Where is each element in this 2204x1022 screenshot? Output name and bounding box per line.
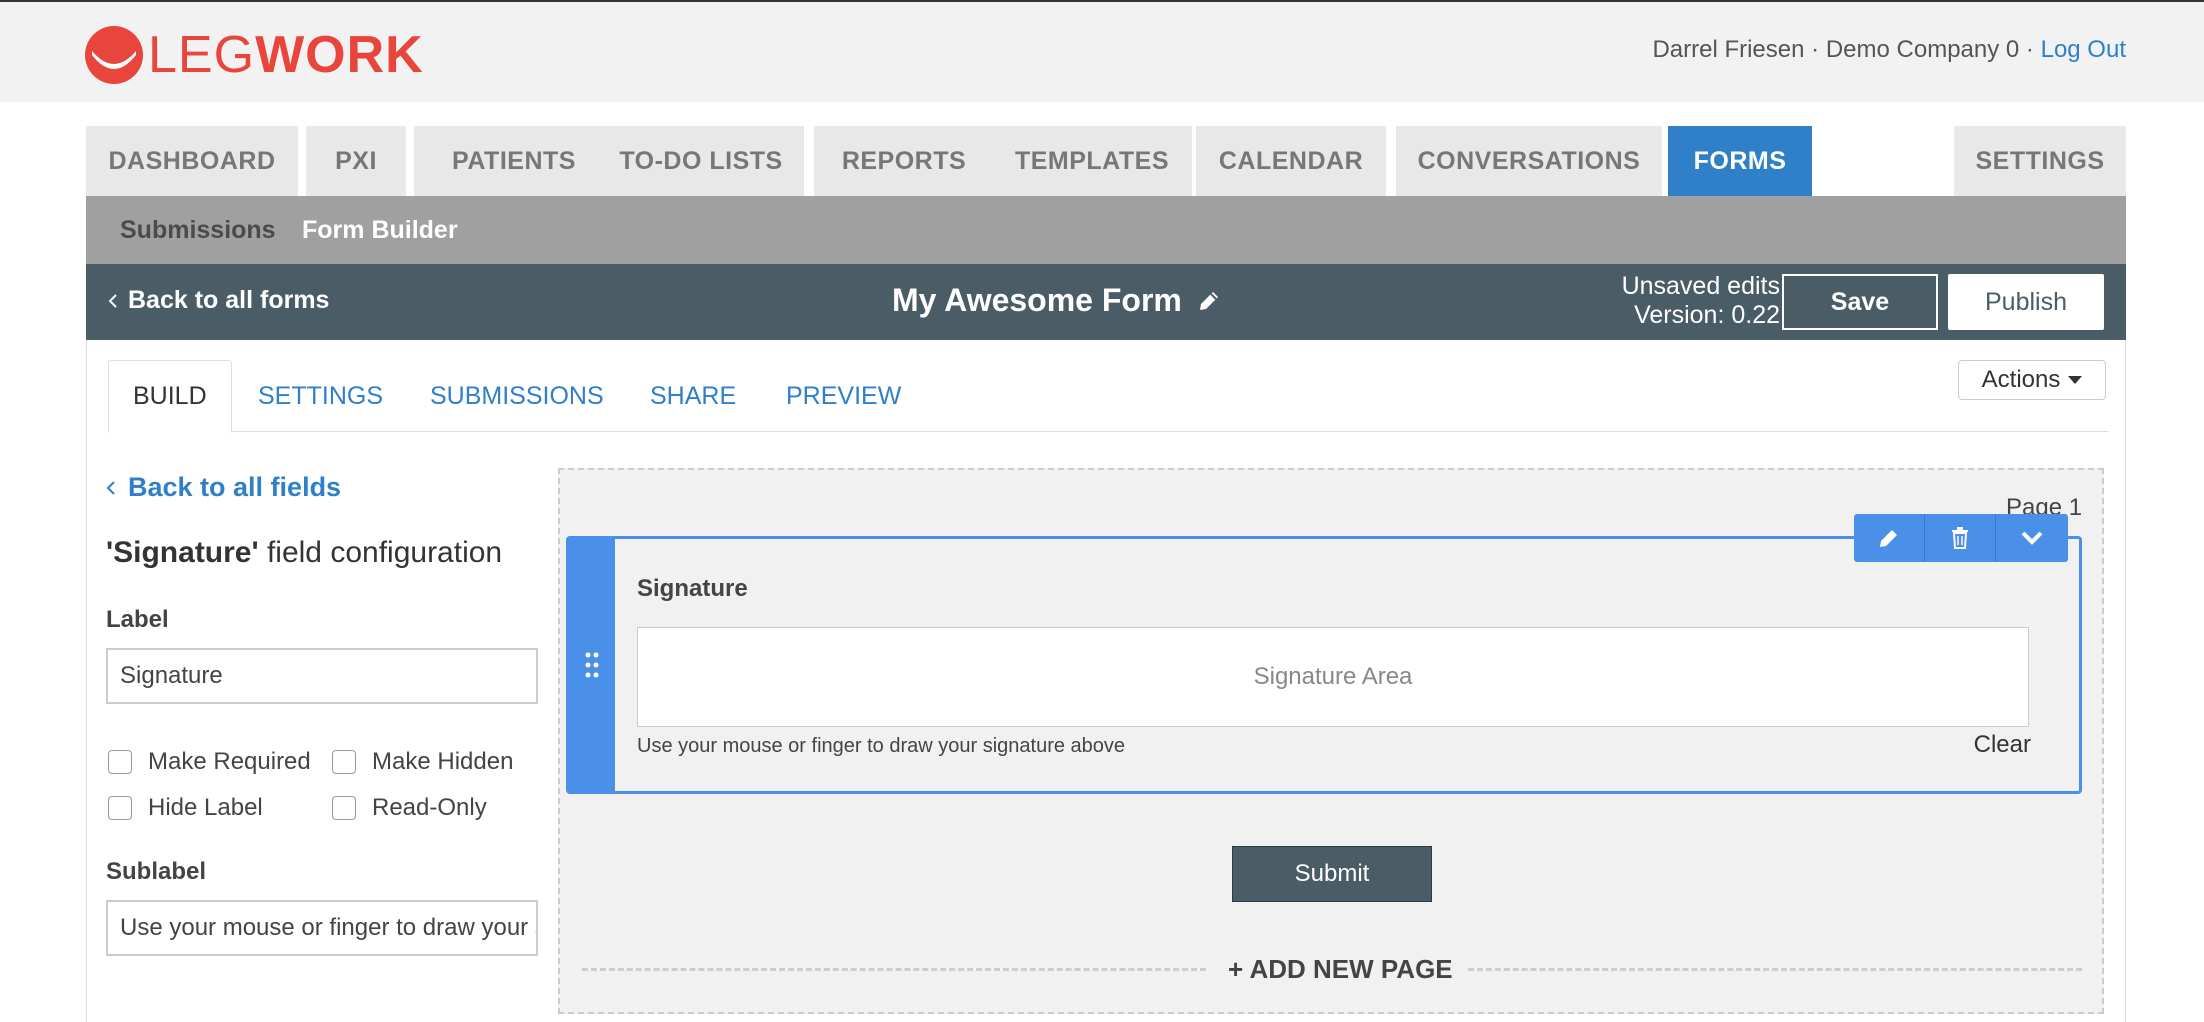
tab-build[interactable]: BUILD [108,360,232,433]
tab-share[interactable]: SHARE [650,360,736,432]
back-to-forms-link[interactable]: Back to all forms [108,286,329,315]
label-heading: Label [106,606,169,633]
tab-submissions[interactable]: SUBMISSIONS [430,360,604,432]
chevron-left-icon [108,293,117,308]
drag-handle-icon[interactable] [569,539,615,791]
top-header: LEGWORK Darrel Friesen · Demo Company 0 … [0,0,2204,102]
chevron-left-icon [106,480,115,495]
form-title[interactable]: My Awesome Form [892,282,1222,319]
save-status: Unsaved edits Version: 0.22 [1621,272,1780,329]
sub-nav: Submissions Form Builder [86,196,2126,264]
tab-calendar[interactable]: CALENDAR [1196,126,1386,196]
subnav-form-builder[interactable]: Form Builder [302,216,458,245]
sublabel-heading: Sublabel [106,858,207,885]
tab-dashboard[interactable]: DASHBOARD [86,126,298,196]
pencil-icon [1880,530,1897,547]
tab-reports[interactable]: REPORTS [814,126,994,196]
clear-signature-button[interactable]: Clear [1974,731,2031,759]
logo-text: LEGWORK [148,26,424,84]
field-toolbar [1854,514,2068,562]
read-only-checkbox[interactable]: Read-Only [332,794,487,822]
tab-preview[interactable]: PREVIEW [786,360,901,432]
content-border-right [2125,340,2126,1022]
delete-field-button[interactable] [1925,514,1996,562]
pencil-icon[interactable] [1196,288,1222,314]
publish-button[interactable]: Publish [1948,274,2104,330]
add-new-page-label: + ADD NEW PAGE [1218,954,1463,985]
add-new-page[interactable]: + ADD NEW PAGE [582,954,2082,985]
content-border-left [86,340,87,1022]
expand-field-button[interactable] [1996,514,2067,562]
sublabel-input[interactable]: Use your mouse or finger to draw your si… [106,900,538,956]
signature-hint: Use your mouse or finger to draw your si… [637,735,1126,757]
actions-dropdown[interactable]: Actions [1958,360,2106,400]
save-button[interactable]: Save [1782,274,1938,330]
logout-link[interactable]: Log Out [2041,36,2126,63]
tab-builder-settings[interactable]: SETTINGS [258,360,383,432]
user-name: Darrel Friesen [1652,36,1805,63]
main-nav: DASHBOARD PXI PATIENTS TO-DO LISTS REPOR… [86,126,2126,196]
label-input[interactable]: Signature [106,648,538,704]
submit-button[interactable]: Submit [1232,846,1432,902]
edit-field-button[interactable] [1854,514,1925,562]
tab-settings[interactable]: SETTINGS [1954,126,2126,196]
field-title: Signature [637,575,748,602]
builder-tabs: BUILD SETTINGS SUBMISSIONS SHARE PREVIEW [108,360,2108,433]
make-required-checkbox[interactable]: Make Required [108,748,311,776]
tab-pxi[interactable]: PXI [306,126,406,196]
tab-templates[interactable]: TEMPLATES [992,126,1192,196]
tab-forms[interactable]: FORMS [1668,126,1812,196]
make-hidden-checkbox[interactable]: Make Hidden [332,748,513,776]
caret-down-icon [2068,376,2083,384]
legwork-logo[interactable]: LEGWORK [84,24,424,86]
field-config-title: 'Signature' field configuration [106,536,503,569]
back-to-fields-link[interactable]: Back to all fields [106,472,341,503]
logo-mark-icon [84,25,144,85]
hide-label-checkbox[interactable]: Hide Label [108,794,263,822]
user-info: Darrel Friesen · Demo Company 0 · Log Ou… [1652,36,2126,63]
tab-patients[interactable]: PATIENTS [414,126,614,196]
company-name: Demo Company 0 [1825,36,2020,63]
chevron-down-icon [2021,531,2042,545]
signature-area[interactable]: Signature Area [637,627,2029,727]
form-toolbar: Back to all forms My Awesome Form Unsave… [86,264,2126,340]
signature-field[interactable]: Signature Signature Area Use your mouse … [566,536,2082,794]
tab-conversations[interactable]: CONVERSATIONS [1396,126,1662,196]
trash-icon [1952,527,1968,549]
subnav-submissions[interactable]: Submissions [120,216,276,245]
tab-to-do-lists[interactable]: TO-DO LISTS [598,126,804,196]
